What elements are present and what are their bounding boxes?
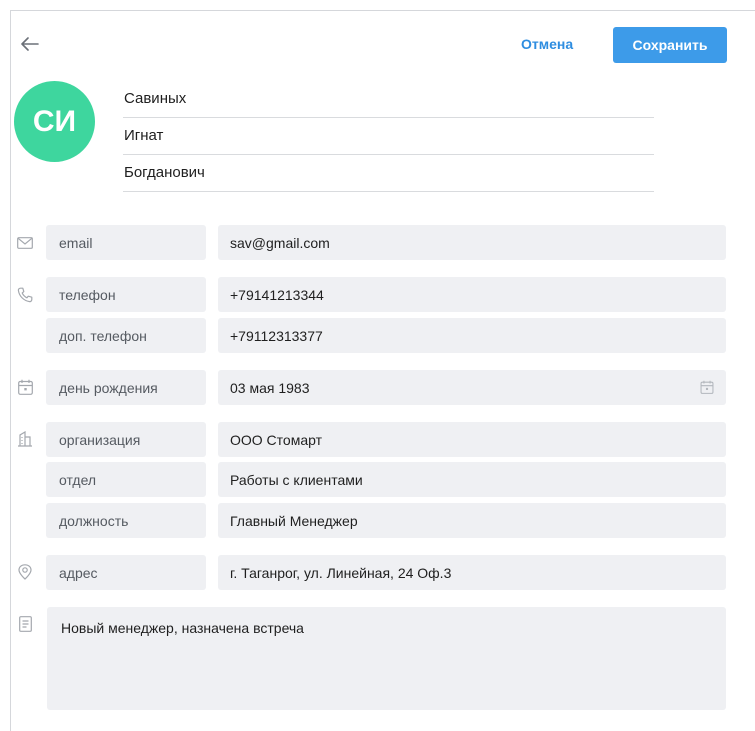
phone-label[interactable]: телефон	[46, 277, 206, 312]
extra-phone-field[interactable]: +79112313377	[218, 318, 726, 353]
calendar-icon	[17, 379, 33, 395]
email-field[interactable]: sav@gmail.com	[218, 225, 726, 260]
birthday-label[interactable]: день рождения	[46, 370, 206, 405]
avatar[interactable]: СИ	[14, 81, 95, 162]
back-button[interactable]	[19, 33, 41, 55]
last-name-field[interactable]: Савиных	[123, 81, 654, 118]
address-field[interactable]: г. Таганрог, ул. Линейная, 24 Оф.3	[218, 555, 726, 590]
save-button[interactable]: Сохранить	[613, 27, 727, 63]
address-label[interactable]: адрес	[46, 555, 206, 590]
extra-phone-label[interactable]: доп. телефон	[46, 318, 206, 353]
email-label[interactable]: email	[46, 225, 206, 260]
note-icon	[17, 616, 33, 632]
department-field[interactable]: Работы с клиентами	[218, 462, 726, 497]
notes-field[interactable]: Новый менеджер, назначена встреча	[47, 607, 726, 710]
phone-field[interactable]: +79141213344	[218, 277, 726, 312]
location-icon	[17, 564, 33, 580]
first-name-field[interactable]: Игнат	[123, 118, 654, 155]
birthday-field[interactable]: 03 мая 1983	[218, 370, 726, 405]
organization-field[interactable]: ООО Стомарт	[218, 422, 726, 457]
organization-label[interactable]: организация	[46, 422, 206, 457]
position-label[interactable]: должность	[46, 503, 206, 538]
cancel-button[interactable]: Отмена	[521, 36, 573, 54]
birthday-value: 03 мая 1983	[230, 379, 310, 396]
middle-name-field[interactable]: Богданович	[123, 155, 654, 192]
building-icon	[17, 431, 33, 447]
back-arrow-icon	[21, 37, 39, 51]
date-picker-icon[interactable]	[700, 380, 714, 394]
department-label[interactable]: отдел	[46, 462, 206, 497]
mail-icon	[17, 235, 33, 251]
phone-icon	[17, 287, 33, 303]
position-field[interactable]: Главный Менеджер	[218, 503, 726, 538]
